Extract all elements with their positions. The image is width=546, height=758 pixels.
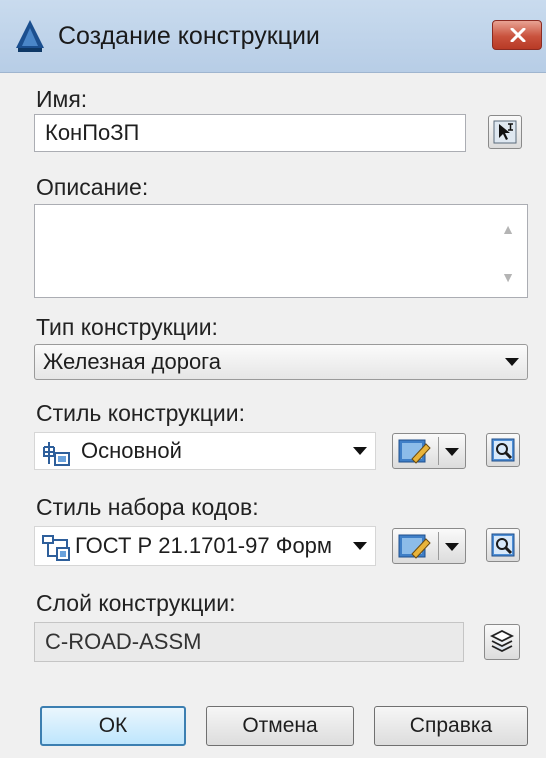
title-bar[interactable]: Создание конструкции bbox=[0, 0, 546, 73]
construction-type-label: Тип конструкции: bbox=[36, 314, 218, 340]
dialog-title: Создание конструкции bbox=[58, 22, 320, 50]
layer-select-button[interactable] bbox=[484, 624, 520, 660]
code-set-style-value: ГОСТ Р 21.1701-97 Форм bbox=[75, 533, 333, 558]
create-construction-dialog: Создание конструкции Имя: КонПоЗП Описан… bbox=[0, 0, 546, 758]
chevron-down-icon[interactable] bbox=[445, 448, 459, 456]
scroll-down-icon[interactable]: ▼ bbox=[501, 269, 515, 285]
construction-style-edit-button[interactable] bbox=[392, 433, 466, 469]
name-value: КонПоЗП bbox=[45, 120, 140, 145]
description-label: Описание: bbox=[36, 174, 149, 200]
construction-style-preview-button[interactable] bbox=[486, 433, 520, 467]
chevron-down-icon bbox=[353, 542, 367, 550]
code-set-style-edit-button[interactable] bbox=[392, 528, 466, 564]
name-field[interactable]: КонПоЗП bbox=[34, 114, 466, 152]
close-icon bbox=[510, 28, 526, 42]
construction-style-select[interactable]: Основной bbox=[34, 432, 376, 470]
construction-layer-value: C-ROAD-ASSM bbox=[45, 629, 202, 654]
code-set-style-preview-button[interactable] bbox=[486, 528, 520, 562]
construction-layer-field: C-ROAD-ASSM bbox=[34, 622, 464, 662]
scroll-up-icon[interactable]: ▲ bbox=[501, 221, 515, 237]
pick-from-drawing-icon bbox=[493, 120, 517, 144]
split-separator bbox=[438, 437, 439, 465]
assembly-style-icon bbox=[41, 440, 71, 469]
preview-icon bbox=[491, 533, 515, 557]
chevron-down-icon[interactable] bbox=[445, 543, 459, 551]
chevron-down-icon bbox=[505, 358, 519, 366]
cancel-button[interactable]: Отмена bbox=[206, 706, 354, 746]
code-set-style-select[interactable]: ГОСТ Р 21.1701-97 Форм bbox=[34, 526, 376, 566]
edit-style-icon bbox=[398, 533, 432, 564]
construction-type-select[interactable]: Железная дорога bbox=[34, 344, 528, 380]
preview-icon bbox=[491, 438, 515, 462]
construction-type-value: Железная дорога bbox=[43, 349, 221, 374]
code-set-style-label: Стиль набора кодов: bbox=[36, 494, 259, 520]
description-field[interactable]: ▲ ▼ bbox=[34, 204, 528, 298]
close-button[interactable] bbox=[492, 20, 542, 50]
pick-from-drawing-button[interactable] bbox=[488, 115, 522, 149]
name-label: Имя: bbox=[36, 86, 88, 112]
construction-style-value: Основной bbox=[81, 438, 182, 463]
autocad-civil-icon bbox=[14, 18, 46, 54]
help-button[interactable]: Справка bbox=[374, 706, 528, 746]
edit-style-icon bbox=[398, 438, 432, 469]
ok-button[interactable]: ОК bbox=[40, 706, 186, 746]
split-separator bbox=[438, 532, 439, 560]
construction-style-label: Стиль конструкции: bbox=[36, 400, 245, 426]
code-set-style-icon bbox=[41, 534, 71, 565]
construction-layer-label: Слой конструкции: bbox=[36, 590, 236, 616]
layers-icon bbox=[489, 629, 515, 653]
chevron-down-icon bbox=[353, 447, 367, 455]
